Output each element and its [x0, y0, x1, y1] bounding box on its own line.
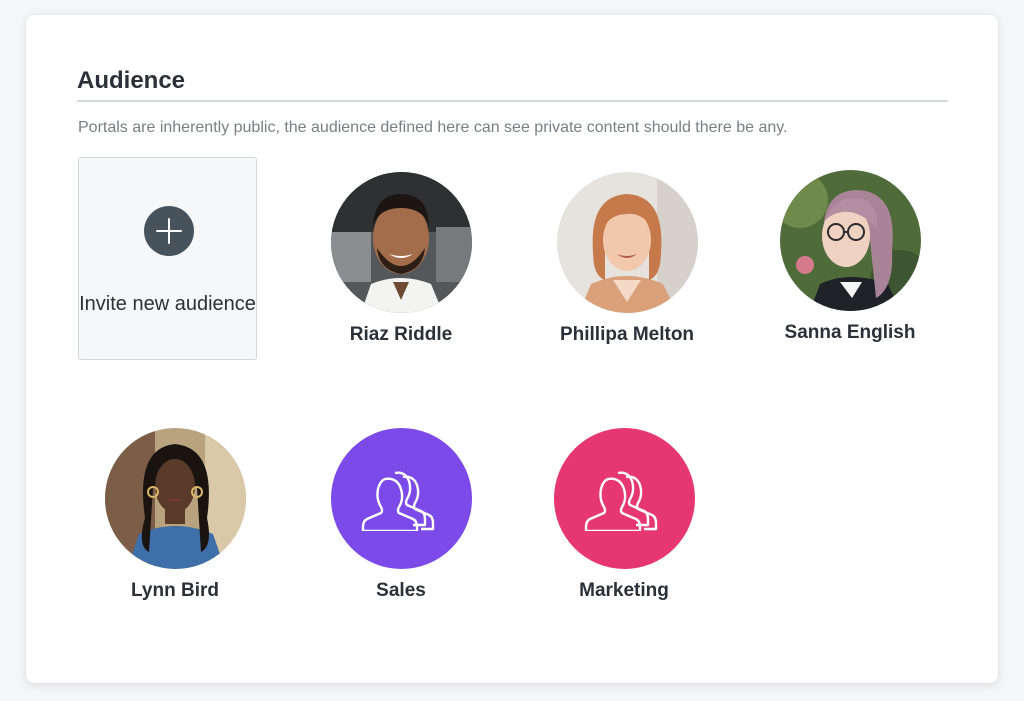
users-group-icon [584, 470, 658, 531]
member-name: Riaz Riddle [349, 324, 453, 345]
member-name: Sales [376, 580, 426, 601]
audience-group[interactable]: Marketing [534, 428, 714, 603]
section-title: Audience [77, 67, 186, 94]
plus-icon [144, 206, 194, 256]
audience-member[interactable]: Lynn Bird [85, 428, 265, 603]
invite-label: Invite new audience [79, 293, 256, 315]
audience-member[interactable]: Riaz Riddle [311, 172, 491, 347]
avatar [330, 172, 472, 313]
member-name: Phillipa Melton [559, 324, 695, 345]
section-description: Portals are inherently public, the audie… [78, 119, 788, 136]
member-name: Marketing [579, 580, 669, 601]
group-avatar [553, 428, 695, 569]
member-name: Lynn Bird [131, 580, 219, 601]
title-divider [77, 100, 948, 102]
audience-card: Audience Portals are inherently public, … [26, 15, 998, 683]
member-name: Sanna English [784, 322, 916, 343]
invite-new-audience-button[interactable]: Invite new audience [78, 157, 257, 360]
users-group-icon [361, 470, 435, 531]
audience-member[interactable]: Sanna English [760, 170, 940, 345]
avatar [104, 428, 246, 569]
avatar [556, 172, 698, 313]
audience-member[interactable]: Phillipa Melton [537, 172, 717, 347]
audience-group[interactable]: Sales [311, 428, 491, 603]
group-avatar [330, 428, 472, 569]
avatar [779, 170, 921, 311]
